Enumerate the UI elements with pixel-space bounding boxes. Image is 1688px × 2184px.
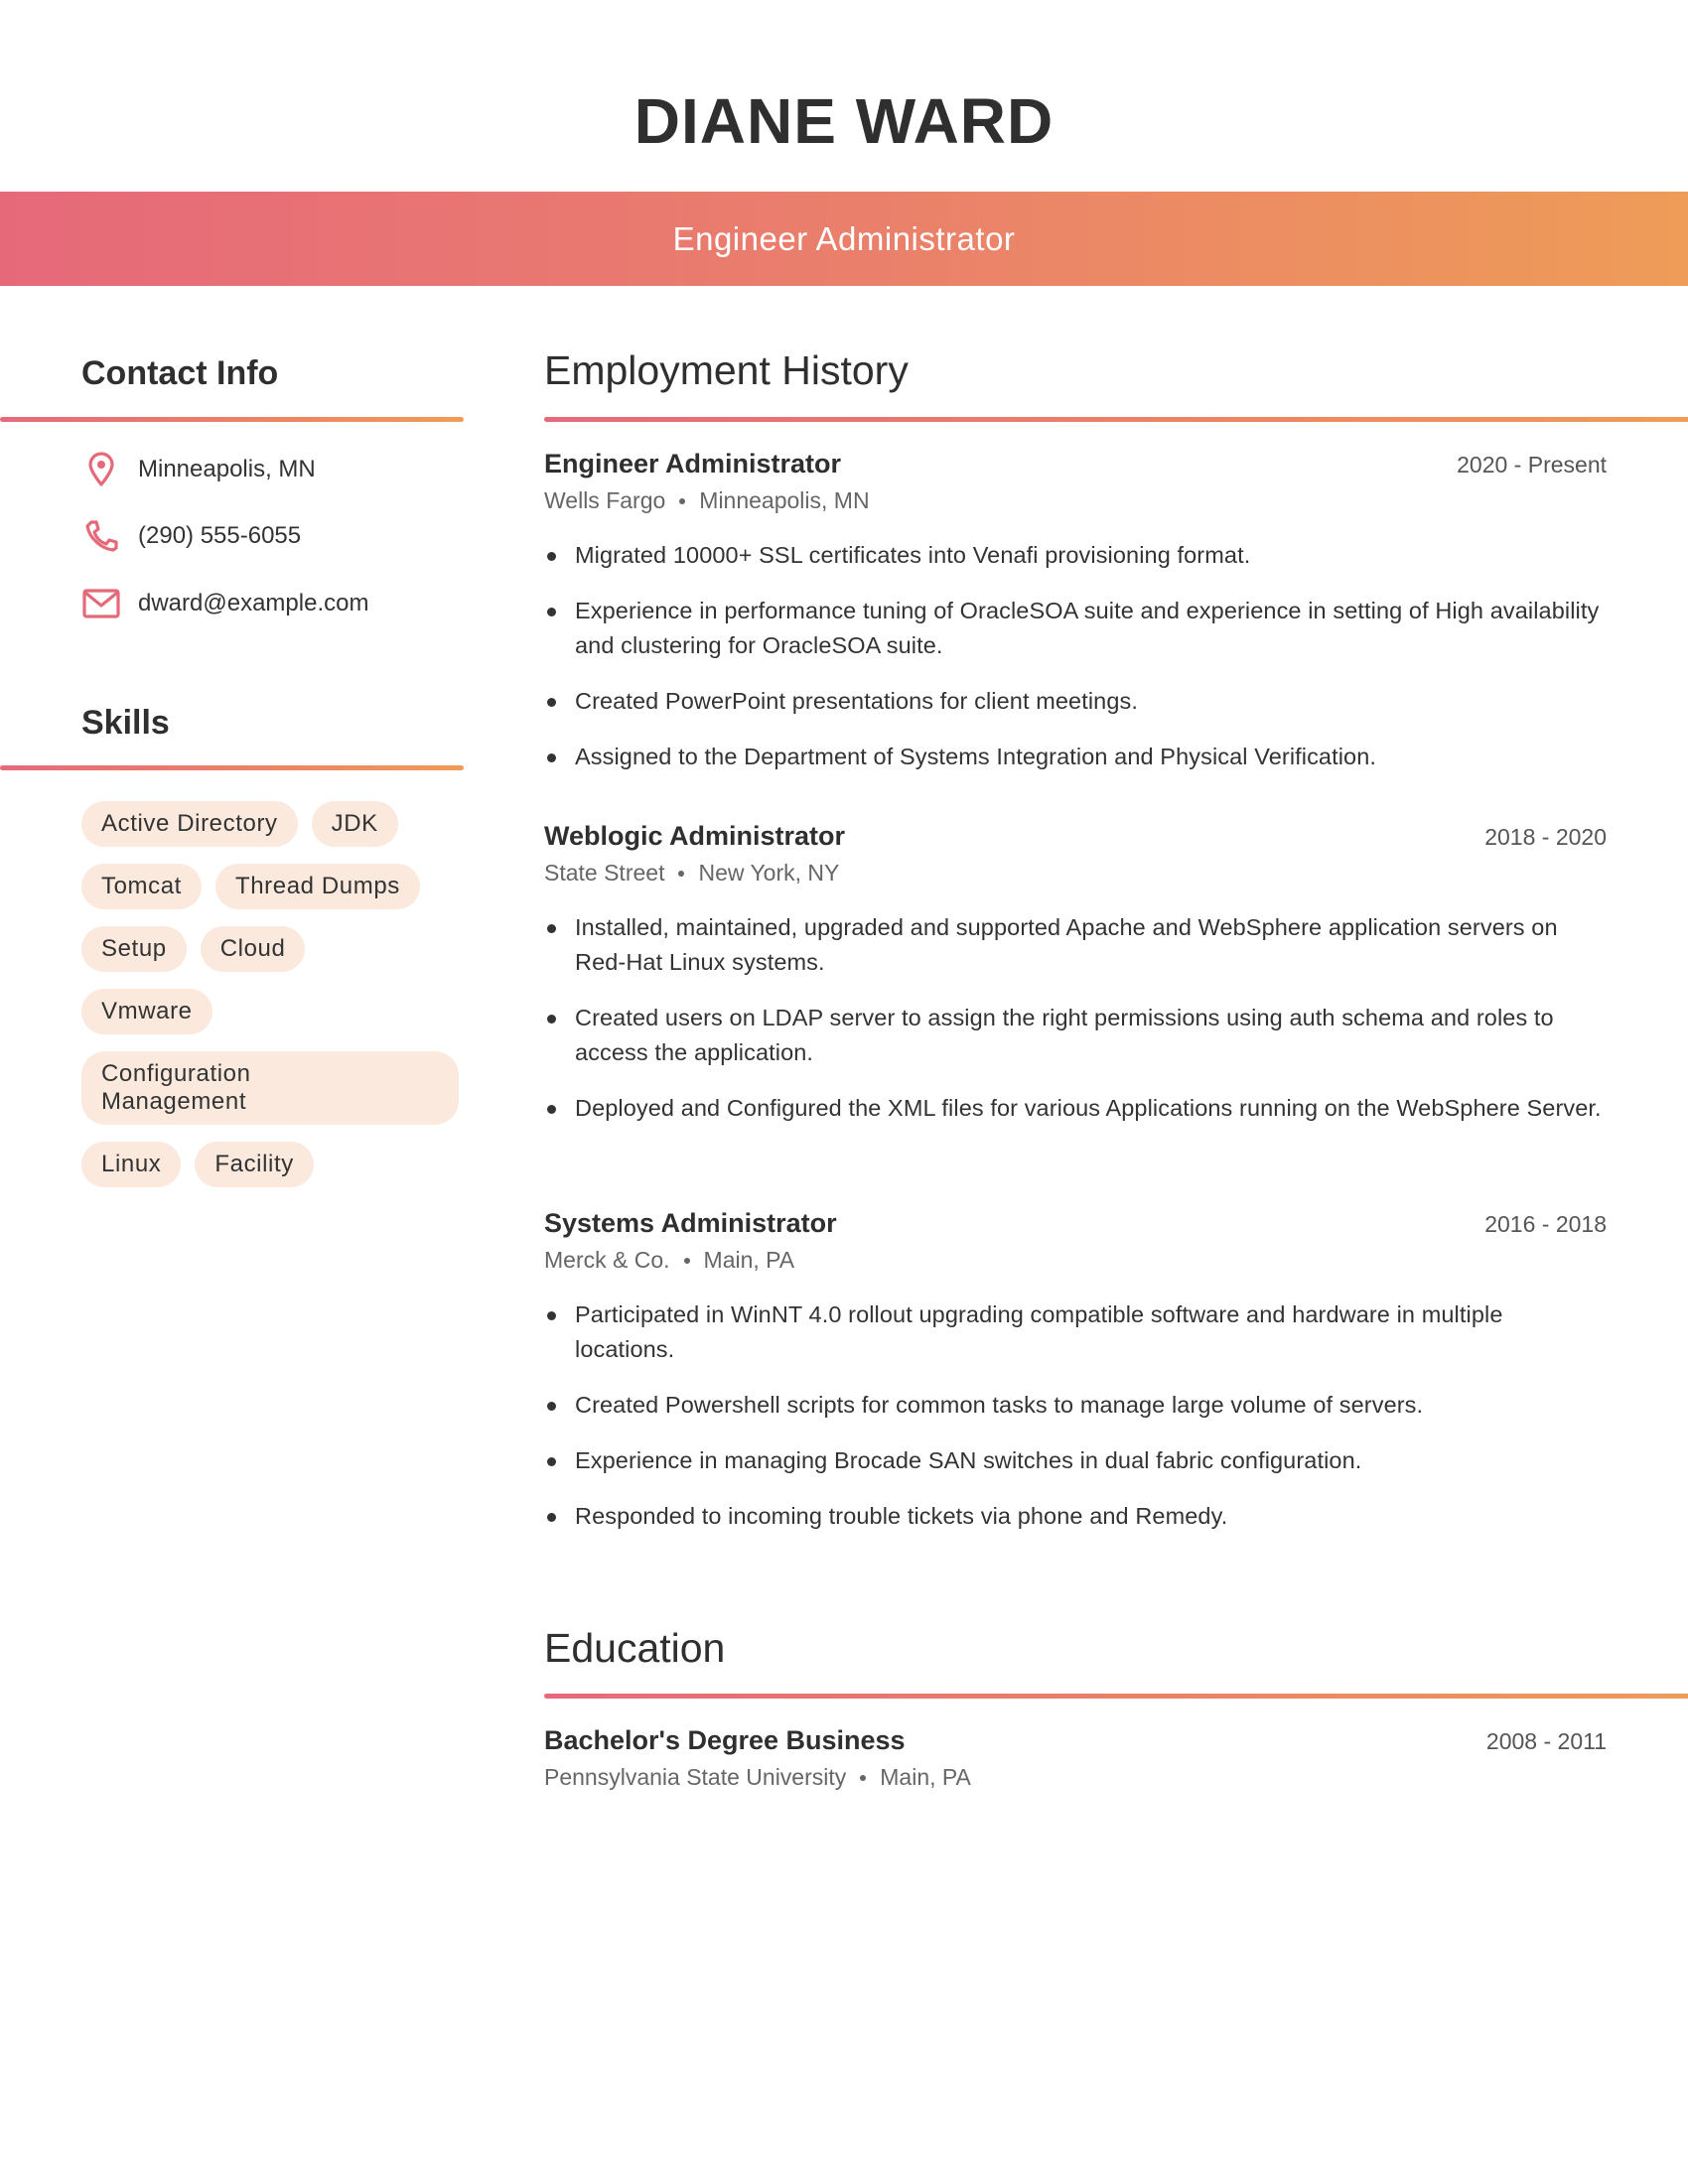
skill-pill: Setup [81, 926, 187, 972]
contact-location-text: Minneapolis, MN [138, 456, 316, 482]
job-entry-company: Merck & Co. [544, 1247, 670, 1273]
job-entry-title: Systems Administrator [544, 1208, 837, 1238]
skill-pill: Cloud [200, 926, 306, 972]
separator-dot [683, 1257, 690, 1264]
bullet-dot-icon [547, 698, 556, 707]
job-entry-dates: 2016 - 2018 [1484, 1211, 1607, 1237]
bullet-dot-icon [547, 1457, 556, 1466]
bullet-item: Experience in performance tuning of Orac… [544, 594, 1607, 663]
skill-pill: JDK [311, 801, 398, 847]
job-entry: Systems Administrator 2016 - 2018 Merck … [544, 1208, 1607, 1555]
skill-pill: Configuration Management [81, 1051, 459, 1125]
bullet-item: Migrated 10000+ SSL certificates into Ve… [544, 538, 1607, 573]
contact-info-heading: Contact Info [81, 354, 279, 392]
bullet-item: Experience in managing Brocade SAN switc… [544, 1443, 1607, 1478]
job-entry-location: Minneapolis, MN [699, 487, 870, 513]
job-entry-title: Engineer Administrator [544, 449, 842, 478]
bullet-item: Created PowerPoint presentations for cli… [544, 684, 1607, 719]
job-entry-title: Weblogic Administrator [544, 821, 846, 851]
job-entry-company: Wells Fargo [544, 487, 666, 513]
bullet-dot-icon [547, 1513, 556, 1522]
skills-divider [0, 765, 464, 770]
bullet-item: Deployed and Configured the XML files fo… [544, 1091, 1607, 1126]
separator-dot [679, 497, 686, 504]
contact-info-divider [0, 417, 464, 422]
candidate-name: DIANE WARD [633, 85, 1055, 157]
education-degree: Bachelor's Degree Business [544, 1725, 906, 1755]
bullet-item: Created users on LDAP server to assign t… [544, 1001, 1607, 1070]
skill-pill: Facility [195, 1142, 314, 1187]
job-entry-company: State Street [544, 860, 665, 886]
bullet-text: Deployed and Configured the XML files fo… [575, 1095, 1602, 1121]
location-pin-icon [81, 450, 121, 489]
job-entry-location: Main, PA [703, 1247, 795, 1273]
bullet-text: Migrated 10000+ SSL certificates into Ve… [575, 542, 1251, 568]
bullet-dot-icon [547, 753, 556, 762]
contact-location: Minneapolis, MN [81, 450, 316, 489]
bullet-item: Responded to incoming trouble tickets vi… [544, 1499, 1607, 1534]
bullet-dot-icon [547, 1015, 556, 1024]
job-entry-bullets: Migrated 10000+ SSL certificates into Ve… [544, 538, 1607, 774]
bullet-text: Assigned to the Department of Systems In… [575, 744, 1377, 769]
education-heading: Education [544, 1625, 726, 1671]
job-entry: Engineer Administrator 2020 - Present We… [544, 449, 1607, 795]
bullet-item: Created Powershell scripts for common ta… [544, 1388, 1607, 1423]
employment-history-divider [544, 417, 1688, 422]
phone-icon [81, 516, 121, 556]
job-entry-dates: 2018 - 2020 [1484, 824, 1607, 850]
skills-list: Active Directory JDK Tomcat Thread Dumps… [81, 801, 459, 1187]
skill-pill-text: Configuration Management [101, 1060, 251, 1115]
bullet-dot-icon [547, 924, 556, 933]
bullet-text: Experience in managing Brocade SAN switc… [575, 1447, 1362, 1473]
bullet-text: Created PowerPoint presentations for cli… [575, 688, 1138, 714]
contact-phone: (290) 555-6055 [81, 516, 301, 556]
employment-history-heading: Employment History [544, 347, 909, 393]
education-dates: 2008 - 2011 [1485, 1728, 1607, 1754]
bullet-dot-icon [547, 552, 556, 561]
bullet-dot-icon [547, 1311, 556, 1320]
skill-pill: Tomcat [81, 864, 202, 909]
mail-icon [81, 584, 121, 623]
bullet-item: Assigned to the Department of Systems In… [544, 740, 1607, 774]
skill-pill: Thread Dumps [214, 864, 420, 909]
skill-pill: Linux [81, 1142, 182, 1187]
contact-email-text[interactable]: dward@example.com [138, 590, 368, 617]
skill-pill: Vmware [81, 989, 212, 1034]
bullet-dot-icon [547, 1105, 556, 1114]
education-location: Main, PA [880, 1764, 971, 1790]
bullet-text: Experience in performance tuning of Orac… [575, 598, 1600, 658]
education-entry: Bachelor's Degree Business 2008 - 2011 P… [544, 1725, 1607, 1791]
bullet-item: Participated in WinNT 4.0 rollout upgrad… [544, 1297, 1607, 1367]
skills-heading: Skills [81, 704, 170, 742]
bullet-dot-icon [547, 1402, 556, 1411]
title-banner: Engineer Administrator [0, 192, 1688, 286]
bullet-text: Created users on LDAP server to assign t… [575, 1005, 1554, 1065]
education-school: Pennsylvania State University [544, 1764, 847, 1790]
job-entry: Weblogic Administrator 2018 - 2020 State… [544, 821, 1607, 1147]
job-title: Engineer Administrator [672, 219, 1016, 257]
job-entry-bullets: Installed, maintained, upgraded and supp… [544, 910, 1607, 1126]
bullet-text: Installed, maintained, upgraded and supp… [575, 914, 1558, 975]
separator-dot [860, 1774, 867, 1781]
skill-pill: Active Directory [81, 801, 298, 847]
bullet-item: Installed, maintained, upgraded and supp… [544, 910, 1607, 980]
job-entry-dates: 2020 - Present [1457, 452, 1607, 478]
contact-phone-text: (290) 555-6055 [138, 522, 302, 549]
bullet-text: Created Powershell scripts for common ta… [575, 1392, 1424, 1418]
bullet-dot-icon [547, 608, 556, 616]
separator-dot [678, 870, 685, 877]
job-entry-bullets: Participated in WinNT 4.0 rollout upgrad… [544, 1297, 1607, 1534]
job-entry-location: New York, NY [698, 860, 840, 886]
education-divider [544, 1694, 1688, 1699]
contact-email: dward@example.com [81, 584, 368, 623]
bullet-text: Participated in WinNT 4.0 rollout upgrad… [575, 1301, 1503, 1362]
bullet-text: Responded to incoming trouble tickets vi… [575, 1503, 1228, 1529]
